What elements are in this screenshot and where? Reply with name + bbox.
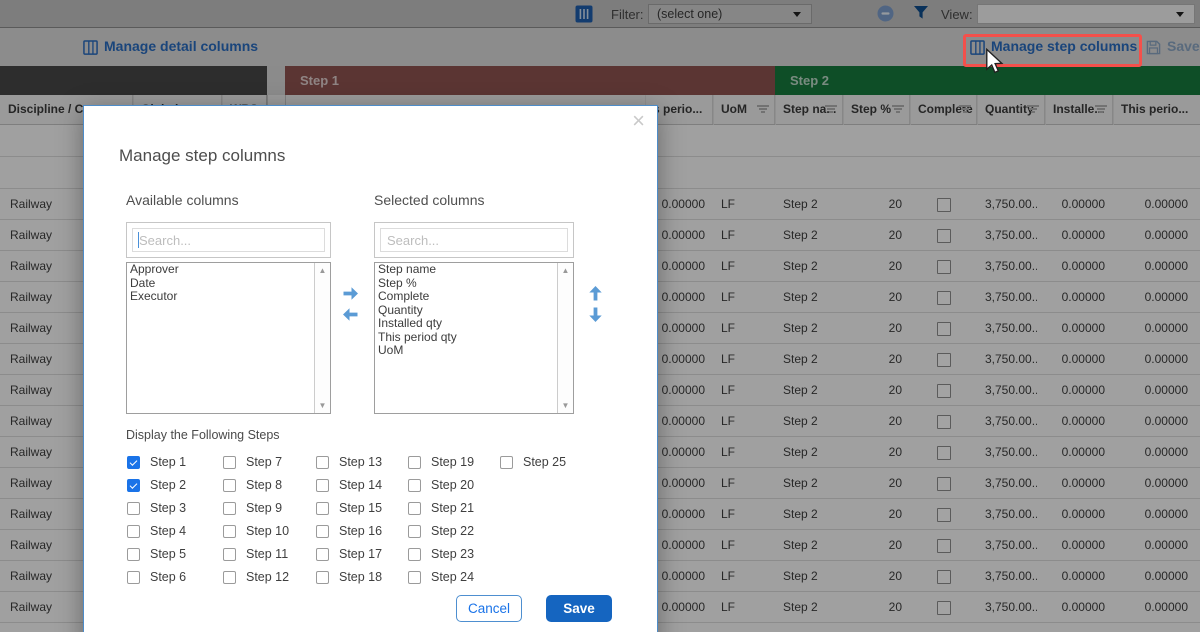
selected-search-container [374, 222, 574, 258]
step-checkbox[interactable] [408, 525, 421, 538]
available-columns-label: Available columns [126, 192, 239, 208]
step-checkbox[interactable] [316, 571, 329, 584]
scroll-up-icon[interactable]: ▲ [315, 266, 330, 275]
selected-column-item[interactable]: Step % [375, 277, 573, 291]
move-down-arrow-button[interactable] [587, 306, 604, 323]
step-checkbox-label: Step 11 [246, 548, 288, 561]
close-icon[interactable]: × [632, 110, 645, 132]
step-checkbox-label: Step 21 [431, 502, 474, 515]
step-checkbox-label: Step 7 [246, 456, 282, 469]
step-checkbox-label: Step 25 [523, 456, 566, 469]
step-checkbox-label: Step 1 [150, 456, 186, 469]
step-checkbox[interactable] [223, 479, 236, 492]
available-search-input[interactable] [132, 228, 325, 252]
selected-column-item[interactable]: Complete [375, 290, 573, 304]
available-search-container [126, 222, 331, 258]
text-caret [138, 232, 139, 248]
step-checkbox-label: Step 14 [339, 479, 382, 492]
step-checkbox[interactable] [316, 548, 329, 561]
step-checkbox[interactable] [316, 502, 329, 515]
selected-search-input[interactable] [380, 228, 568, 252]
step-checkbox-label: Step 3 [150, 502, 186, 515]
step-checkbox-label: Step 2 [150, 479, 186, 492]
cancel-button[interactable]: Cancel [456, 595, 522, 622]
step-checkbox[interactable] [127, 548, 140, 561]
step-checkbox[interactable] [408, 456, 421, 469]
scroll-down-icon[interactable]: ▼ [315, 401, 330, 410]
step-checkbox-label: Step 24 [431, 571, 474, 584]
step-checkbox-label: Step 13 [339, 456, 382, 469]
step-checkbox-label: Step 16 [339, 525, 382, 538]
step-checkbox-label: Step 17 [339, 548, 382, 561]
step-checkbox-label: Step 15 [339, 502, 382, 515]
step-checkbox-label: Step 20 [431, 479, 474, 492]
move-right-arrow-button[interactable] [342, 285, 359, 302]
step-checkbox[interactable] [223, 525, 236, 538]
step-checkbox-label: Step 19 [431, 456, 474, 469]
display-steps-label: Display the Following Steps [126, 428, 280, 442]
step-checkbox[interactable] [127, 525, 140, 538]
scroll-down-icon[interactable]: ▼ [558, 401, 573, 410]
selected-column-item[interactable]: Step name [375, 263, 573, 277]
available-column-item[interactable]: Date [127, 277, 330, 291]
app-window: Filter: (select one) View: Manage detail… [0, 0, 1200, 632]
step-checkbox[interactable] [408, 548, 421, 561]
move-up-arrow-button[interactable] [587, 285, 604, 302]
step-checkbox[interactable] [223, 571, 236, 584]
step-checkbox[interactable] [223, 456, 236, 469]
step-checkbox[interactable] [127, 479, 140, 492]
step-checkbox-label: Step 8 [246, 479, 282, 492]
step-checkbox-label: Step 18 [339, 571, 382, 584]
step-checkbox[interactable] [408, 479, 421, 492]
step-checkbox[interactable] [408, 502, 421, 515]
step-checkbox-label: Step 10 [246, 525, 289, 538]
step-checkbox-label: Step 6 [150, 571, 186, 584]
scrollbar[interactable]: ▲ ▼ [557, 263, 573, 413]
step-checkbox[interactable] [223, 548, 236, 561]
selected-column-item[interactable]: This period qty [375, 331, 573, 345]
selected-columns-label: Selected columns [374, 192, 485, 208]
step-checkbox-label: Step 23 [431, 548, 474, 561]
step-checkbox[interactable] [127, 456, 140, 469]
available-columns-listbox[interactable]: ApproverDateExecutor ▲ ▼ [126, 262, 331, 414]
step-checkbox[interactable] [316, 479, 329, 492]
step-checkbox[interactable] [316, 456, 329, 469]
step-checkbox[interactable] [127, 502, 140, 515]
selected-column-item[interactable]: Installed qty [375, 317, 573, 331]
available-column-item[interactable]: Executor [127, 290, 330, 304]
step-checkbox[interactable] [316, 525, 329, 538]
step-checkbox[interactable] [127, 571, 140, 584]
step-checkbox[interactable] [408, 571, 421, 584]
step-checkbox-label: Step 12 [246, 571, 289, 584]
selected-column-item[interactable]: Quantity [375, 304, 573, 318]
move-left-arrow-button[interactable] [342, 306, 359, 323]
selected-column-item[interactable]: UoM [375, 344, 573, 358]
scroll-up-icon[interactable]: ▲ [558, 266, 573, 275]
manage-step-columns-dialog: × Manage step columns Available columns … [83, 105, 658, 632]
available-column-item[interactable]: Approver [127, 263, 330, 277]
step-checkbox-label: Step 22 [431, 525, 474, 538]
step-checkbox-label: Step 9 [246, 502, 282, 515]
step-checkbox[interactable] [223, 502, 236, 515]
save-button[interactable]: Save [546, 595, 612, 622]
step-checkbox[interactable] [500, 456, 513, 469]
dialog-title: Manage step columns [119, 146, 285, 166]
selected-columns-listbox[interactable]: Step nameStep %CompleteQuantityInstalled… [374, 262, 574, 414]
step-checkbox-label: Step 5 [150, 548, 186, 561]
step-checkbox-label: Step 4 [150, 525, 186, 538]
scrollbar[interactable]: ▲ ▼ [314, 263, 330, 413]
